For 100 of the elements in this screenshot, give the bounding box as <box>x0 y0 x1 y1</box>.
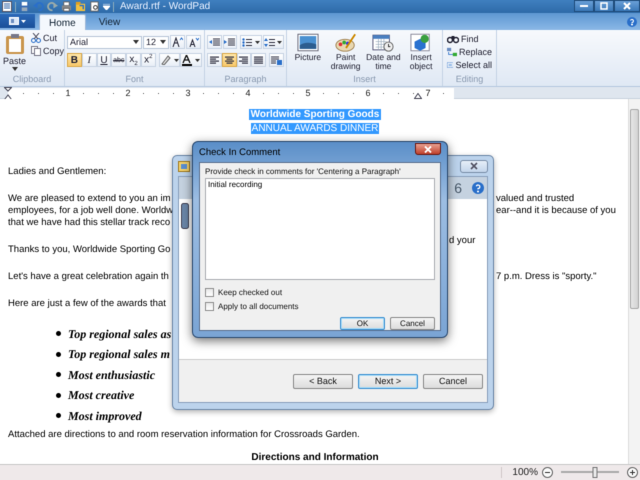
caret-icon <box>12 67 18 71</box>
ruler-number: 1 <box>66 88 70 99</box>
dialog-button[interactable]: Cancel <box>390 317 435 330</box>
format-toggle[interactable]: x$_{2}$ <box>126 53 141 67</box>
text-line: Here are just a few of the awards that <box>8 298 166 310</box>
close-icon <box>424 146 432 152</box>
insert-object-button[interactable]: Insert object <box>402 32 440 74</box>
align-right-button[interactable] <box>236 53 252 67</box>
bullet-list-icon <box>242 38 260 46</box>
selectall-button[interactable]: Select all <box>445 59 494 71</box>
cut-button[interactable]: Cut <box>29 32 66 44</box>
dialog-button[interactable]: Cancel <box>423 374 483 388</box>
font-name-dropdown[interactable]: Arial <box>67 36 142 48</box>
close-button[interactable] <box>460 160 488 172</box>
bullet-item: Most enthusiastic <box>68 366 156 384</box>
binoculars-icon <box>447 34 459 44</box>
format-toggle[interactable]: x$^{2}$ <box>140 53 156 67</box>
ruler-number: 4 <box>246 88 250 99</box>
ruler-number: 6 <box>366 88 370 99</box>
increase-indent-icon <box>224 38 236 46</box>
minimize-icon <box>580 4 588 8</box>
print-icon[interactable] <box>61 1 72 12</box>
replace-button[interactable]: Replace <box>445 46 494 58</box>
ruler-number: 3 <box>186 88 190 99</box>
group-label: Font <box>124 74 144 86</box>
align-center-button[interactable] <box>222 53 237 67</box>
decrease-indent-button[interactable] <box>207 35 222 49</box>
paragraph-settings-button[interactable] <box>269 53 284 67</box>
print-preview-icon[interactable] <box>89 1 100 12</box>
scissors-icon <box>31 33 42 43</box>
insert-datetime-button[interactable]: Date and time <box>364 32 402 74</box>
dialog-button[interactable]: OK <box>340 317 385 330</box>
shrink-font-button[interactable] <box>186 35 201 49</box>
grow-font-button[interactable] <box>170 35 185 49</box>
close-button[interactable] <box>415 143 441 155</box>
zoom-in-icon[interactable] <box>627 466 638 478</box>
ruler-number: 7 <box>426 88 430 99</box>
maximize-button[interactable] <box>594 0 614 12</box>
window-title: Award.rtf - WordPad <box>120 0 210 12</box>
paste-button[interactable]: Paste <box>2 32 28 74</box>
comment-field[interactable]: Initial recording <box>205 178 435 280</box>
align-right-icon <box>238 56 250 64</box>
caret-icon <box>21 20 26 22</box>
highlight-color-button[interactable] <box>158 53 180 67</box>
align-left-button[interactable] <box>207 53 222 67</box>
group-label: Insert <box>352 74 377 86</box>
find-button[interactable]: Find <box>445 33 494 45</box>
text-line: Attached are directions to and room reservation information for Crossroads Garden. <box>8 428 360 440</box>
close-icon <box>470 162 478 170</box>
group-label: Paragraph <box>223 74 268 86</box>
dialog-title: Check In Comment <box>199 146 280 158</box>
zoom-level: 100% <box>512 466 538 478</box>
ribbon-tab[interactable]: Home <box>39 14 86 30</box>
bullet-list-button[interactable] <box>240 35 262 49</box>
document-subtitle: ANNUAL AWARDS DINNER <box>250 123 380 134</box>
scrollbar[interactable] <box>628 99 640 464</box>
paragraph-settings-icon <box>271 56 282 64</box>
help-icon[interactable] <box>627 17 637 27</box>
format-toggle[interactable]: U <box>96 53 112 67</box>
text-line: Ladies and Gentlemen: <box>8 166 106 178</box>
font-color-button[interactable] <box>180 53 202 67</box>
align-justify-icon <box>253 56 264 64</box>
picture-icon <box>296 33 319 52</box>
indent-marker-icon[interactable] <box>4 87 12 100</box>
save-icon[interactable] <box>19 1 30 12</box>
dialog-button[interactable]: Next > <box>358 374 418 388</box>
zoom-out-icon[interactable] <box>542 466 553 478</box>
checkbox[interactable] <box>205 302 214 310</box>
window-icon <box>9 17 19 25</box>
minimize-button[interactable] <box>574 0 594 12</box>
copy-button[interactable]: Copy <box>29 45 66 57</box>
wizard-icon <box>178 160 190 172</box>
help-icon[interactable] <box>472 182 484 194</box>
decrease-indent-icon <box>208 38 220 46</box>
close-button[interactable] <box>614 0 640 12</box>
dialog-button[interactable]: < Back <box>293 374 353 388</box>
align-justify-button[interactable] <box>251 53 266 67</box>
checkbox-label: Apply to all documents <box>218 302 298 310</box>
insert-paint-button[interactable]: Paint drawing <box>326 32 364 74</box>
font-size-dropdown[interactable]: 12 <box>143 36 169 48</box>
checkbox[interactable] <box>205 288 214 296</box>
line-spacing-icon <box>264 38 282 46</box>
format-toggle[interactable]: I <box>82 53 97 67</box>
text-line: 7 p.m. Dress is "sporty." <box>496 271 597 284</box>
bullet-icon <box>56 331 61 336</box>
text-line: Let's have a great celebration again th <box>8 271 169 282</box>
format-toggle[interactable]: B <box>67 53 82 67</box>
ruler-number: 2 <box>126 88 130 99</box>
scrollbar-thumb[interactable] <box>630 109 639 310</box>
text-line: employees, for a job well done. Worldw <box>8 205 174 216</box>
zoom-slider-thumb[interactable] <box>592 466 598 478</box>
increase-indent-button[interactable] <box>222 35 238 49</box>
customize-caret-icon[interactable] <box>103 4 110 10</box>
line-spacing-button[interactable] <box>262 35 284 49</box>
text-line: ear--and it is because of you <box>496 205 616 218</box>
bullet-item: Top regional sales as <box>68 326 172 343</box>
ribbon-tab[interactable]: View <box>90 14 130 30</box>
application-menu-button[interactable] <box>0 14 35 28</box>
insert-picture-button[interactable]: Picture <box>289 32 327 74</box>
palette-icon <box>334 33 357 52</box>
